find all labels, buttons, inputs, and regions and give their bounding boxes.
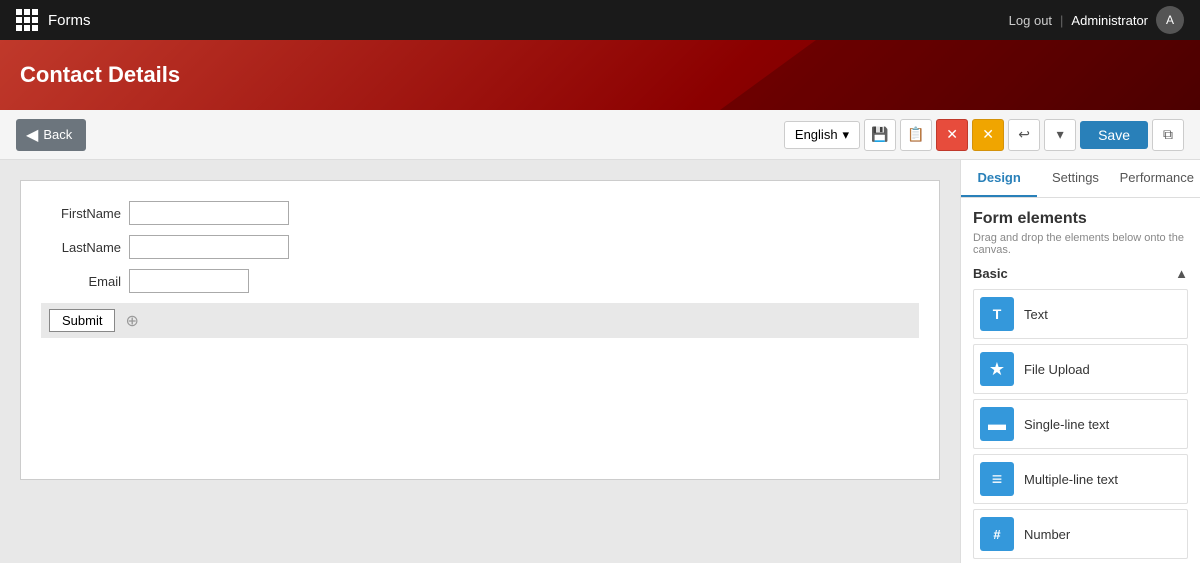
language-selector[interactable]: English ▾ (784, 121, 860, 149)
right-panel: Design Settings Performance Form element… (960, 160, 1200, 563)
admin-name: Administrator (1071, 13, 1148, 28)
firstname-label: FirstName (41, 206, 121, 221)
logout-link[interactable]: Log out (1009, 13, 1052, 28)
tab-performance[interactable]: Performance (1114, 160, 1200, 197)
panel-tabs: Design Settings Performance (961, 160, 1200, 198)
element-text-label: Text (1024, 307, 1048, 322)
top-navigation: Forms Log out | Administrator A (0, 0, 1200, 40)
number-icon: # (980, 517, 1014, 551)
page-title: Contact Details (20, 62, 180, 88)
move-icon: ⊕ (125, 311, 138, 331)
element-multi-line[interactable]: ≡ Multiple-line text (973, 454, 1188, 504)
form-canvas: FirstName LastName Email Submit ⊕ (20, 180, 940, 480)
firstname-input[interactable] (129, 201, 289, 225)
language-value: English (795, 127, 838, 142)
cancel-button[interactable]: ✕ (972, 119, 1004, 151)
element-single-line-label: Single-line text (1024, 417, 1109, 432)
file-upload-icon: ★ (980, 352, 1014, 386)
panel-content: Form elements Drag and drop the elements… (961, 198, 1200, 563)
lastname-row: LastName (41, 235, 919, 259)
element-number-label: Number (1024, 527, 1070, 542)
main-content: FirstName LastName Email Submit ⊕ Design… (0, 160, 1200, 563)
text-icon: T (980, 297, 1014, 331)
back-button[interactable]: ◀ Back (16, 119, 86, 151)
firstname-row: FirstName (41, 201, 919, 225)
header-banner: Contact Details (0, 40, 1200, 110)
basic-group-header: Basic ▲ (973, 266, 1188, 281)
submit-preview-button[interactable]: Submit (49, 309, 115, 332)
nav-separator: | (1060, 13, 1063, 28)
element-file-upload-label: File Upload (1024, 362, 1090, 377)
save-alt-button[interactable]: 📋 (900, 119, 932, 151)
clipboard-button[interactable]: ⧉ (1152, 119, 1184, 151)
tab-design[interactable]: Design (961, 160, 1037, 197)
toolbar-actions: English ▾ 💾 📋 ✕ ✕ ↩ ▾ Save ⧉ (784, 119, 1184, 151)
email-label: Email (41, 274, 121, 289)
delete-button[interactable]: ✕ (936, 119, 968, 151)
save-button[interactable]: Save (1080, 121, 1148, 149)
form-elements-title: Form elements (973, 210, 1188, 228)
lastname-input[interactable] (129, 235, 289, 259)
more-button[interactable]: ▾ (1044, 119, 1076, 151)
app-title: Forms (48, 12, 91, 29)
collapse-icon[interactable]: ▲ (1175, 266, 1188, 281)
single-line-icon: ▬ (980, 407, 1014, 441)
undo-button[interactable]: ↩ (1008, 119, 1040, 151)
grid-icon[interactable] (16, 9, 38, 31)
lastname-label: LastName (41, 240, 121, 255)
element-single-line[interactable]: ▬ Single-line text (973, 399, 1188, 449)
canvas-area: FirstName LastName Email Submit ⊕ (0, 160, 960, 563)
email-input[interactable] (129, 269, 249, 293)
back-label: Back (43, 127, 72, 142)
submit-row: Submit ⊕ (41, 303, 919, 338)
nav-left: Forms (16, 9, 91, 31)
dropdown-arrow-icon: ▾ (843, 127, 850, 143)
tab-settings[interactable]: Settings (1037, 160, 1113, 197)
save-disk-button[interactable]: 💾 (864, 119, 896, 151)
avatar: A (1156, 6, 1184, 34)
basic-group-label: Basic (973, 266, 1008, 281)
email-row: Email (41, 269, 919, 293)
element-number[interactable]: # Number (973, 509, 1188, 559)
nav-right: Log out | Administrator A (1009, 6, 1184, 34)
element-text[interactable]: T Text (973, 289, 1188, 339)
toolbar: ◀ Back English ▾ 💾 📋 ✕ ✕ ↩ ▾ Save ⧉ (0, 110, 1200, 160)
multi-line-icon: ≡ (980, 462, 1014, 496)
element-file-upload[interactable]: ★ File Upload (973, 344, 1188, 394)
element-multi-line-label: Multiple-line text (1024, 472, 1118, 487)
form-elements-subtitle: Drag and drop the elements below onto th… (973, 232, 1188, 256)
back-arrow-icon: ◀ (26, 125, 38, 145)
